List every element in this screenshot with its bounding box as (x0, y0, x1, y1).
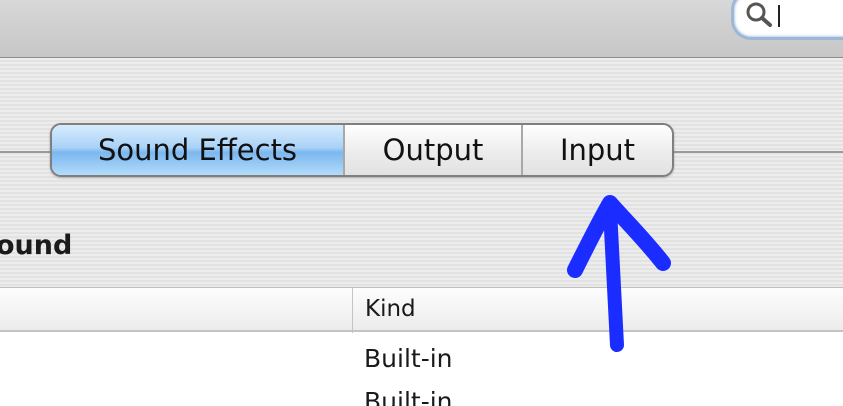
window-toolbar (0, 0, 843, 58)
table-row[interactable]: Built-in (364, 387, 453, 406)
annotation-arrow (567, 195, 671, 352)
device-table: Kind Built-in Built-in (0, 287, 843, 406)
table-row[interactable]: Built-in (364, 344, 453, 373)
tab-input[interactable]: Input (523, 125, 672, 175)
section-title: ound (0, 230, 73, 261)
tab-segmented-control: Sound Effects Output Input (50, 123, 674, 177)
magnifier-icon (746, 2, 772, 27)
sound-preferences-window: Sound Effects Output Input ound Kind Bui… (0, 0, 843, 406)
preferences-pane: Sound Effects Output Input ound (0, 58, 843, 287)
column-header-kind[interactable]: Kind (365, 296, 416, 322)
table-header: Kind (0, 287, 843, 333)
tab-output[interactable]: Output (345, 125, 523, 175)
tab-sound-effects[interactable]: Sound Effects (52, 125, 345, 175)
column-divider[interactable] (352, 288, 353, 333)
search-field[interactable] (731, 0, 843, 40)
text-cursor (778, 5, 780, 27)
